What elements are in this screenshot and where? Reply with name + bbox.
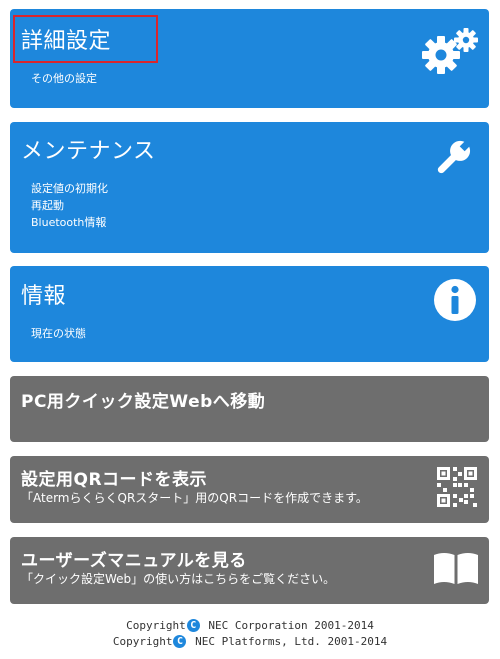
- bluetooth-info-link[interactable]: Bluetooth情報: [31, 214, 108, 231]
- advanced-settings-list: その他の設定: [31, 70, 97, 87]
- wrench-icon: [431, 136, 475, 180]
- info-list: 現在の状態: [31, 325, 86, 342]
- pc-quick-settings-button[interactable]: PC用クイック設定Webへ移動: [10, 376, 489, 442]
- copyright-label: Copyright: [112, 635, 173, 648]
- copyright-line-1: Copyright C NEC Corporation 2001-2014: [0, 618, 500, 634]
- qr-code-description: 「AtermらくらくQRスタート」用のQRコードを作成できます。: [21, 491, 368, 505]
- info-title: 情報: [21, 284, 67, 309]
- book-icon: [433, 552, 479, 586]
- reset-settings-link[interactable]: 設定値の初期化: [31, 180, 108, 197]
- gears-icon: [421, 25, 479, 77]
- pc-quick-settings-title: PC用クイック設定Webへ移動: [21, 392, 266, 412]
- qr-code-icon: [437, 467, 477, 507]
- copyright-line-2: Copyright C NEC Platforms, Ltd. 2001-2014: [0, 634, 500, 650]
- info-icon: [433, 278, 477, 322]
- copyright-owner: NEC Corporation 2001-2014: [201, 619, 374, 632]
- qr-code-button[interactable]: 設定用QRコードを表示 「AtermらくらくQRスタート」用のQRコードを作成で…: [10, 456, 489, 523]
- user-manual-button[interactable]: ユーザーズマニュアルを見る 「クイック設定Web」の使い方はこちらをご覧ください…: [10, 537, 489, 604]
- copyright-owner: NEC Platforms, Ltd. 2001-2014: [188, 635, 388, 648]
- advanced-settings-card[interactable]: 詳細設定 その他の設定: [10, 9, 489, 108]
- maintenance-title: メンテナンス: [21, 139, 156, 164]
- maintenance-card[interactable]: メンテナンス 設定値の初期化 再起動 Bluetooth情報: [10, 122, 489, 253]
- maintenance-list: 設定値の初期化 再起動 Bluetooth情報: [31, 180, 108, 231]
- advanced-settings-title: 詳細設定: [21, 29, 112, 54]
- user-manual-description: 「クイック設定Web」の使い方はこちらをご覧ください。: [21, 572, 336, 586]
- current-status-link[interactable]: 現在の状態: [31, 325, 86, 342]
- copyright-label: Copyright: [126, 619, 186, 632]
- reboot-link[interactable]: 再起動: [31, 197, 108, 214]
- copyright-icon: C: [173, 634, 187, 648]
- copyright-icon: C: [186, 618, 200, 632]
- other-settings-link[interactable]: その他の設定: [31, 70, 97, 87]
- info-card[interactable]: 情報 現在の状態: [10, 266, 489, 362]
